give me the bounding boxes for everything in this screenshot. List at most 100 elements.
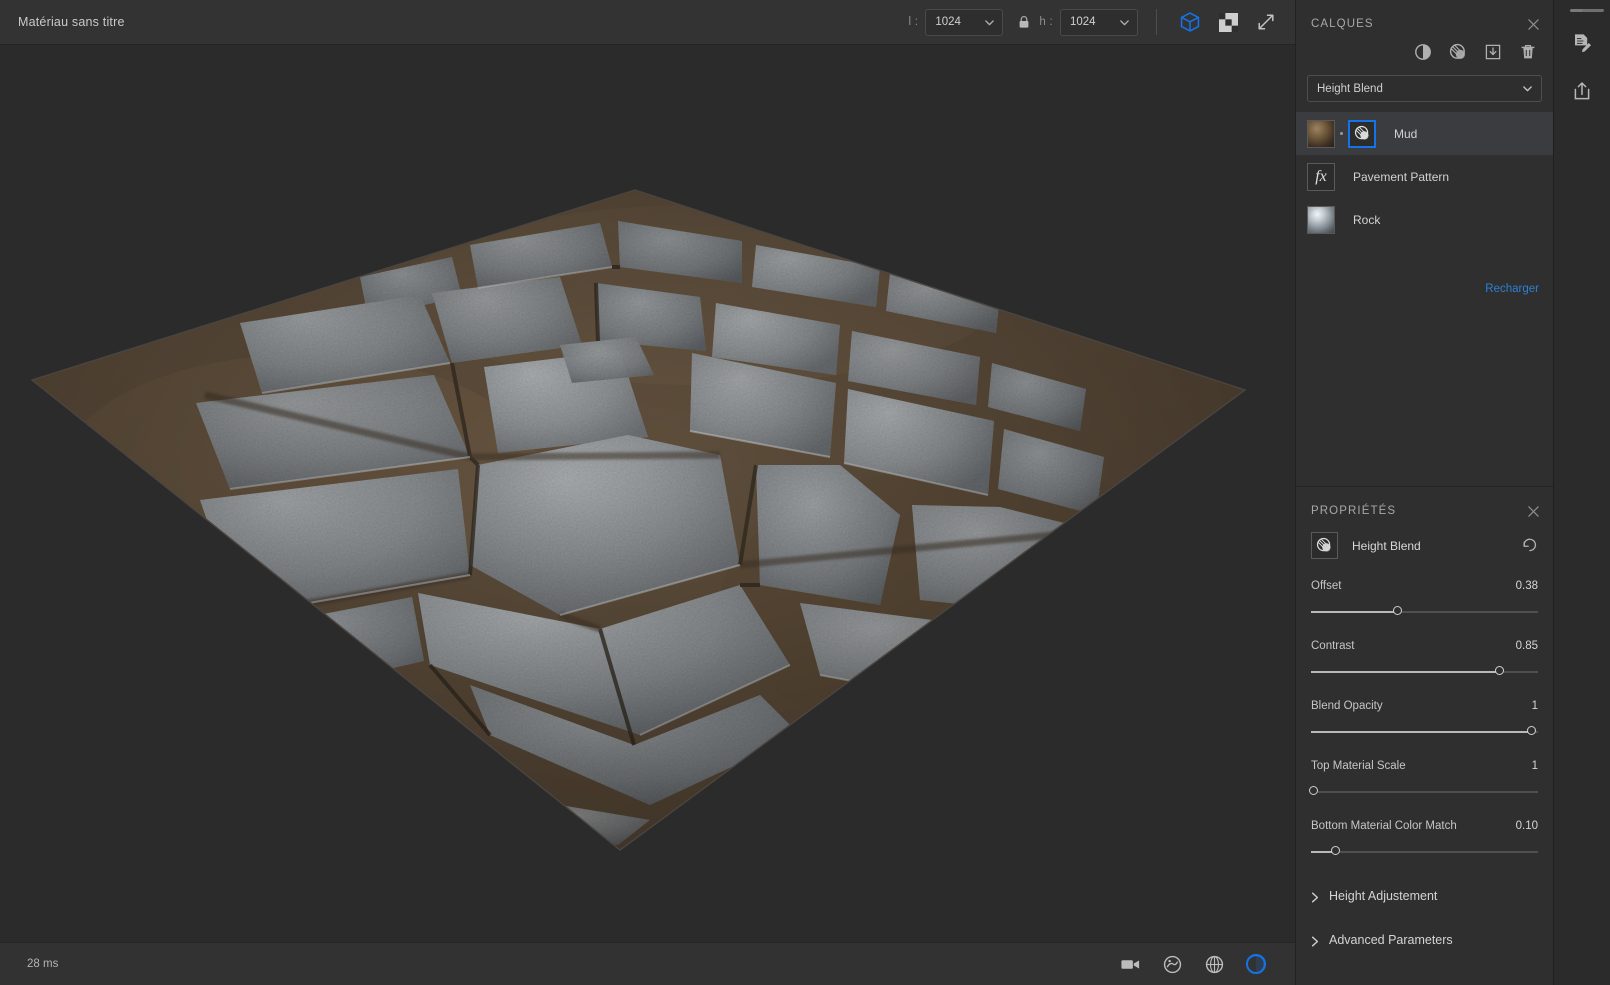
import-tray-icon: [1484, 43, 1502, 61]
section-height-adjustement[interactable]: Height Adjustement: [1296, 889, 1553, 903]
viewport-render: [0, 45, 1295, 920]
width-dropdown[interactable]: 1024: [925, 8, 1004, 36]
slider-track[interactable]: [1311, 845, 1538, 859]
display-settings-button[interactable]: [1198, 948, 1230, 980]
viewport-column: Matériau sans titre l : 1024 h : 1024 28…: [0, 0, 1295, 985]
add-blend-layer-button[interactable]: [1447, 41, 1469, 63]
slider-header: Top Material Scale 1: [1311, 760, 1538, 772]
blend-mask-icon: [1311, 532, 1338, 559]
properties-panel: PROPRIÉTÉS Height Blend Offset 0.38 Cont…: [1296, 487, 1553, 985]
document-title: Matériau sans titre: [18, 15, 125, 29]
slider-handle[interactable]: [1308, 786, 1318, 795]
slider-header: Offset 0.38: [1311, 580, 1538, 592]
slider-label: Blend Opacity: [1311, 700, 1383, 712]
slider-label: Offset: [1311, 580, 1342, 592]
rock-sphere-thumbnail[interactable]: [1307, 205, 1335, 234]
blend-mode-dropdown[interactable]: Height Blend: [1307, 75, 1542, 102]
slider-label: Bottom Material Color Match: [1311, 820, 1457, 832]
blend-mask-icon[interactable]: [1348, 119, 1376, 148]
height-value: 1024: [1070, 16, 1096, 28]
slider-fill: [1311, 671, 1500, 673]
section-label: Height Adjustement: [1329, 889, 1438, 903]
slider-track[interactable]: [1311, 605, 1538, 619]
expand-diagonal-icon: [1257, 13, 1275, 31]
layer-tool-buttons: [1296, 32, 1553, 63]
layers-panel-title: CALQUES: [1311, 18, 1374, 30]
height-label: h :: [1039, 16, 1053, 28]
globe-grid-icon: [1204, 954, 1225, 975]
property-subject-name: Height Blend: [1352, 538, 1421, 553]
width-value: 1024: [935, 16, 961, 28]
delete-layer-button[interactable]: [1517, 41, 1539, 63]
slider-track[interactable]: [1308, 785, 1538, 799]
slider-fill: [1311, 731, 1532, 733]
blend-mode-value: Height Blend: [1317, 82, 1383, 95]
viewport-status-bar: 28 ms: [0, 942, 1295, 985]
render-time-label: 28 ms: [27, 958, 59, 970]
layer-name: Pavement Pattern: [1353, 169, 1450, 184]
layer-name: Mud: [1394, 126, 1418, 141]
height-dropdown[interactable]: 1024: [1060, 8, 1138, 36]
slider-value: 0.38: [1515, 580, 1538, 592]
cube-icon: [1179, 11, 1201, 33]
slider-handle[interactable]: [1526, 726, 1536, 735]
chevron-down-icon: [1119, 17, 1130, 28]
layers-panel: CALQUES Height Blend Mud fx Pavement Pat…: [1296, 0, 1553, 487]
trash-icon: [1519, 43, 1537, 61]
layer-row[interactable]: Rock: [1296, 198, 1553, 241]
layer-row[interactable]: Mud: [1296, 112, 1553, 155]
blend-sphere-icon: [1449, 43, 1467, 61]
slider-label: Contrast: [1311, 640, 1355, 652]
edit-document-button[interactable]: [1565, 26, 1599, 60]
slider-header: Blend Opacity 1: [1311, 700, 1538, 712]
document-pencil-icon: [1571, 32, 1593, 54]
camera-settings-button[interactable]: [1114, 948, 1146, 980]
viewport-tool-group: [1109, 948, 1295, 980]
fullscreen-toggle[interactable]: [1249, 5, 1283, 39]
top-toolbar: Matériau sans titre l : 1024 h : 1024: [0, 0, 1295, 45]
chevron-down-icon: [1522, 83, 1533, 94]
video-camera-icon: [1120, 954, 1141, 975]
slider-rail: [1311, 851, 1538, 853]
right-dock: CALQUES Height Blend Mud fx Pavement Pat…: [1295, 0, 1553, 985]
import-layer-button[interactable]: [1482, 41, 1504, 63]
slider-handle[interactable]: [1494, 666, 1504, 675]
render-mode-button[interactable]: [1240, 948, 1272, 980]
export-share-button[interactable]: [1565, 74, 1599, 108]
layer-name: Rock: [1353, 212, 1381, 227]
layer-list: Mud fx Pavement Pattern Rock: [1296, 112, 1553, 241]
3d-view-toggle[interactable]: [1173, 5, 1207, 39]
section-advanced-parameters[interactable]: Advanced Parameters: [1296, 933, 1553, 947]
properties-panel-title: PROPRIÉTÉS: [1311, 505, 1397, 517]
half-circle-icon: [1414, 43, 1432, 61]
environment-settings-button[interactable]: [1156, 948, 1188, 980]
slider-handle[interactable]: [1331, 846, 1341, 855]
slider-value: 1: [1531, 700, 1538, 712]
slider-blend-opacity: Blend Opacity 1: [1296, 700, 1553, 739]
lock-icon[interactable]: [1017, 15, 1030, 29]
slider-label: Top Material Scale: [1311, 760, 1406, 772]
slider-handle[interactable]: [1392, 606, 1402, 615]
fx-icon[interactable]: fx: [1307, 162, 1335, 191]
slider-contrast: Contrast 0.85: [1296, 640, 1553, 679]
slider-top-material-scale: Top Material Scale 1: [1296, 760, 1553, 799]
slider-track[interactable]: [1311, 725, 1538, 739]
circle-filled-icon: [1245, 953, 1267, 975]
add-adjustment-layer-button[interactable]: [1412, 41, 1434, 63]
layer-row[interactable]: fx Pavement Pattern: [1296, 155, 1553, 198]
slider-rail: [1311, 791, 1538, 793]
layer-link-dot: [1340, 132, 1343, 135]
reload-link[interactable]: Recharger: [1485, 283, 1539, 295]
slider-value: 1: [1531, 760, 1538, 772]
material-editor-window: Matériau sans titre l : 1024 h : 1024 28…: [0, 0, 1610, 985]
close-icon[interactable]: [1525, 16, 1541, 32]
2d-view-toggle[interactable]: [1211, 5, 1245, 39]
mud-sphere-thumbnail[interactable]: [1307, 119, 1335, 148]
undo-arrow-icon[interactable]: [1521, 537, 1538, 554]
slider-track[interactable]: [1311, 665, 1538, 679]
close-icon[interactable]: [1525, 503, 1541, 519]
export-upload-icon: [1571, 80, 1593, 102]
slider-fill: [1311, 611, 1398, 613]
3d-viewport[interactable]: [0, 45, 1295, 942]
reload-row: Recharger: [1296, 279, 1553, 297]
